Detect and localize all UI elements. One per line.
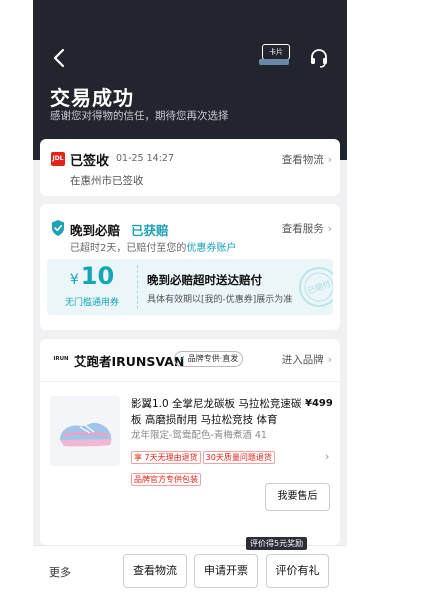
compensation-status: 已获赔 xyxy=(131,223,169,238)
compensation-card: 晚到必赔 已获赔 查看服务 › 已超时2天，已赔付至您的优惠券账户 ¥10 无门槛… xyxy=(40,204,340,330)
service-tag: 30天质量问题退货 xyxy=(202,451,275,464)
review-button[interactable]: 评价有礼 xyxy=(266,554,329,588)
enter-brand-link[interactable]: 进入品牌 › xyxy=(282,352,332,367)
shield-check-icon xyxy=(52,220,64,236)
product-price: ¥499 xyxy=(305,398,333,409)
order-detail-screen: 卡片 交易成功 感谢您对得物的信任，期待您再次选择 JDL 已签收 01-25 … xyxy=(33,0,347,593)
back-arrow-icon[interactable] xyxy=(49,47,71,69)
page-title: 交易成功 xyxy=(50,86,134,110)
chevron-right-icon: › xyxy=(327,354,332,366)
compensation-desc: 已超时2天，已赔付至您的优惠券账户 xyxy=(70,239,236,254)
delivery-time: 01-25 14:27 xyxy=(116,153,175,164)
card-icon[interactable]: 卡片 xyxy=(259,43,290,67)
view-logistics-label: 查看物流 xyxy=(281,154,324,166)
delivery-status: 已签收 xyxy=(70,154,110,169)
sneaker-image xyxy=(59,422,112,447)
card-base xyxy=(259,59,289,65)
delivery-location: 在惠州市已签收 xyxy=(70,175,144,187)
bottom-action-bar: 更多 查看物流 申请开票 评价有礼 xyxy=(33,545,347,593)
paid-stamp-icon: 已赔付 xyxy=(299,267,333,307)
product-image[interactable] xyxy=(50,396,120,466)
chevron-right-icon[interactable]: › xyxy=(325,450,329,463)
paid-stamp-text: 已赔付 xyxy=(306,278,332,296)
coupon-amount-value: 10 xyxy=(80,262,115,290)
service-tag: 享 7天无理由退货 xyxy=(131,451,201,464)
review-reward-tip: 评价得5元奖励 xyxy=(246,537,308,550)
currency-symbol: ¥ xyxy=(69,272,79,288)
compensation-title: 晚到必赔 xyxy=(70,223,121,238)
brand-name: 艾跑者IRUNSVAN xyxy=(74,354,185,369)
brand-logo-icon: IRUN xyxy=(53,356,69,362)
coupon-desc: 具体有效期以[我的-优惠券]展示为准 xyxy=(147,295,293,305)
logistics-card[interactable]: JDL 已签收 01-25 14:27 查看物流 › 在惠州市已签收 xyxy=(40,139,340,196)
service-tag: 品牌官方专供包装 xyxy=(131,473,201,486)
chevron-right-icon: › xyxy=(327,154,332,166)
coupon-title: 晚到必赔超时送达赔付 xyxy=(147,273,262,287)
jdl-logo-icon: JDL xyxy=(51,152,65,166)
coupon-divider xyxy=(137,265,139,309)
view-service-label: 查看服务 xyxy=(281,223,324,235)
view-logistics-button[interactable]: 查看物流 xyxy=(123,554,187,588)
compensation-desc-text: 已超时2天，已赔付至您的 xyxy=(70,243,187,254)
brand-badge: ✓ 品牌专供·直发 xyxy=(174,351,244,367)
chevron-right-icon: › xyxy=(327,223,332,235)
coupon-amount: ¥10 xyxy=(47,262,137,290)
enter-brand-label: 进入品牌 xyxy=(281,354,324,366)
product-name[interactable]: 影翼1.0 全掌尼龙碳板 马拉松竞速碳板 高磨损耐用 马拉松竞技 体育 xyxy=(131,396,307,428)
view-logistics-link[interactable]: 查看物流 › xyxy=(282,152,332,167)
verified-icon: ✓ xyxy=(179,354,186,363)
brand-badge-label: 品牌专供·直发 xyxy=(187,354,239,363)
order-header: 卡片 交易成功 感谢您对得物的信任，期待您再次选择 xyxy=(33,0,347,160)
coupon-account-link[interactable]: 优惠券账户 xyxy=(186,243,236,254)
divider xyxy=(40,381,340,382)
coupon-value-block: ¥10 无门槛通用券 xyxy=(47,259,137,315)
apply-invoice-button[interactable]: 申请开票 xyxy=(194,554,258,588)
page-subtitle: 感谢您对得物的信任，期待您再次选择 xyxy=(50,110,229,122)
card-label: 卡片 xyxy=(262,44,290,60)
coupon-card[interactable]: ¥10 无门槛通用券 晚到必赔超时送达赔付 具体有效期以[我的-优惠券]展示为准… xyxy=(47,259,333,315)
view-service-link[interactable]: 查看服务 › xyxy=(282,221,332,236)
customer-service-icon[interactable] xyxy=(308,47,330,69)
order-card: IRUN 艾跑者IRUNSVAN ✓ 品牌专供·直发 进入品牌 › 影翼1.0 全掌… xyxy=(40,339,340,545)
after-sale-button[interactable]: 我要售后 xyxy=(265,483,330,511)
product-spec: 龙年限定-鸳鸯配色-青梅煮酒 41 xyxy=(131,430,267,441)
coupon-threshold: 无门槛通用券 xyxy=(64,298,119,308)
more-button[interactable]: 更多 xyxy=(49,564,71,580)
